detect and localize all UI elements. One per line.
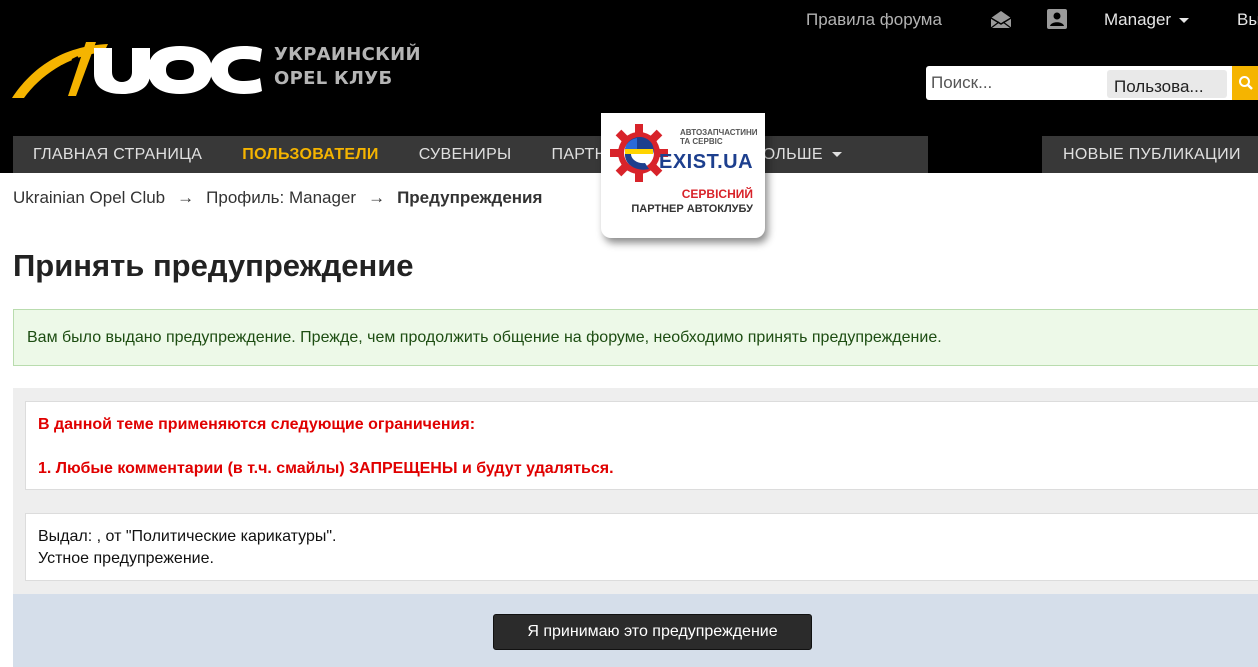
page: УКРАИНСКИЙ OPEL КЛУБ Правила форума Mana… xyxy=(0,0,1258,667)
thread-restrictions-block: В данной теме применяются следующие огра… xyxy=(25,401,1258,490)
badge-brand: EXIST.UA xyxy=(659,151,754,173)
uoc-logo-icon xyxy=(12,42,262,98)
warning-panel: В данной теме применяются следующие огра… xyxy=(13,388,1258,667)
chevron-down-icon xyxy=(1179,18,1190,24)
badge-small-text: АВТОЗАПЧАСТИНИ ТА СЕРВІС xyxy=(680,128,758,146)
breadcrumb-separator: → xyxy=(368,188,386,207)
action-bar: Я принимаю это предупреждение xyxy=(13,594,1258,667)
breadcrumb-current: Предупреждения xyxy=(397,188,543,207)
accept-warning-button[interactable]: Я принимаю это предупреждение xyxy=(493,614,812,650)
search-icon xyxy=(1239,76,1253,90)
warning-info-block: Выдал: , от "Политические карикатуры". У… xyxy=(25,513,1258,581)
badge-red-line: СЕРВІСНИЙ xyxy=(681,187,753,201)
restrictions-heading: В данной теме применяются следующие огра… xyxy=(38,416,476,433)
user-card-icon[interactable] xyxy=(1046,8,1068,30)
forum-rules-link[interactable]: Правила форума xyxy=(806,10,942,30)
logo-text-line1: УКРАИНСКИЙ xyxy=(274,44,421,65)
partner-badge[interactable]: АВТОЗАПЧАСТИНИ ТА СЕРВІС EXIST.UA СЕРВІС… xyxy=(601,113,765,238)
account-name: Manager xyxy=(1104,10,1172,29)
nav-item-home[interactable]: ГЛАВНАЯ СТРАНИЦА xyxy=(13,136,222,173)
search-button[interactable] xyxy=(1232,66,1258,100)
breadcrumb: Ukrainian Opel Club → Профиль: Manager → Пре… xyxy=(13,188,542,208)
warning-issuer: Выдал: , от "Политические карикатуры". xyxy=(38,528,337,545)
search-input[interactable] xyxy=(931,66,1106,100)
restrictions-rule: 1. Любые комментарии (в т.ч. смайлы) ЗАП… xyxy=(38,460,614,477)
account-menu[interactable]: Manager xyxy=(1104,10,1190,30)
badge-dark-line: ПАРТНЕР АВТОКЛУБУ xyxy=(631,203,753,215)
new-posts-button[interactable]: НОВЫЕ ПУБЛИКАЦИИ xyxy=(1042,136,1258,173)
badge-small-line1: АВТОЗАПЧАСТИНИ xyxy=(680,128,758,137)
nav-item-users[interactable]: ПОЛЬЗОВАТЕЛИ xyxy=(222,136,398,173)
envelope-icon[interactable] xyxy=(989,8,1013,30)
logo-text-line2: OPEL КЛУБ xyxy=(274,68,393,89)
badge-small-line2: ТА СЕРВІС xyxy=(680,137,723,146)
notice-text: Вам было выдано предупреждение. Прежде, … xyxy=(27,329,942,346)
notice-message: Вам было выдано предупреждение. Прежде, … xyxy=(13,309,1258,366)
breadcrumb-profile[interactable]: Профиль: Manager xyxy=(206,188,356,207)
main-nav: ГЛАВНАЯ СТРАНИЦА ПОЛЬЗОВАТЕЛИ СУВЕНИРЫ П… xyxy=(13,136,928,173)
search-scope-select[interactable]: Пользова... xyxy=(1107,70,1227,98)
chevron-down-icon xyxy=(831,152,842,158)
search-box: Пользова... xyxy=(926,66,1258,100)
page-title: Принять предупреждение xyxy=(13,248,414,283)
nav-item-souvenirs[interactable]: СУВЕНИРЫ xyxy=(399,136,532,173)
logout-link[interactable]: Вы xyxy=(1237,10,1258,30)
warning-type: Устное предупрежение. xyxy=(38,550,214,567)
breadcrumb-home[interactable]: Ukrainian Opel Club xyxy=(13,188,165,207)
breadcrumb-separator: → xyxy=(177,188,195,207)
logo-text: УКРАИНСКИЙ OPEL КЛУБ xyxy=(274,43,421,91)
